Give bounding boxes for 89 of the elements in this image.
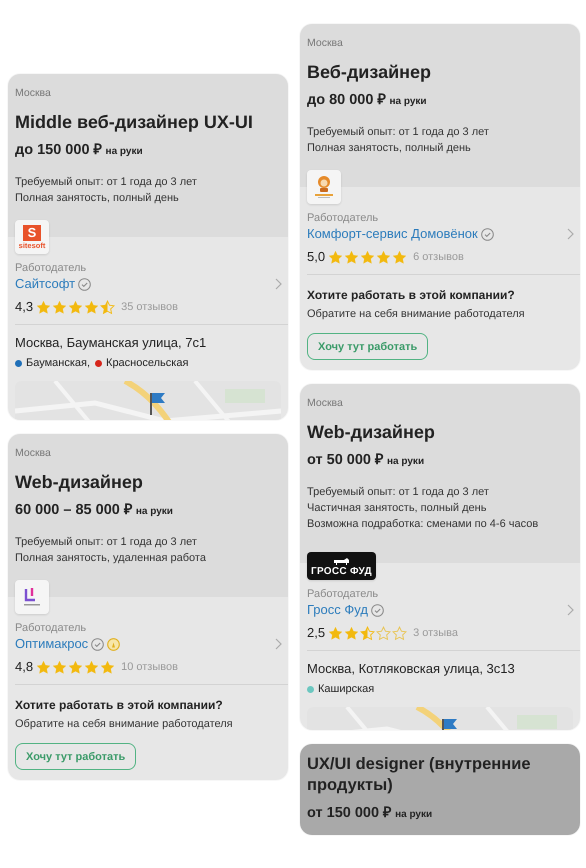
cta-heading: Хотите работать в этой компании? <box>307 287 516 304</box>
star-icon <box>36 300 52 314</box>
star-icon <box>344 626 360 640</box>
rating-value: 2,5 <box>307 624 326 642</box>
vacancy-detail: Требуемый опыт: от 1 года до 3 лет <box>307 125 490 140</box>
vacancy-card[interactable]: UX/UI designer (внутренние продукты) от 150 000 ₽ на руки <box>300 744 580 835</box>
vacancy-title[interactable]: Web-дизайнер <box>15 470 281 494</box>
salary-amount: от 150 000 ₽ <box>307 804 392 823</box>
verified-icon <box>91 638 104 650</box>
vacancy-title[interactable]: UX/UI designer (внутренние продукты) <box>307 754 573 796</box>
star-icon <box>36 660 52 674</box>
vacancy-title[interactable]: Middle веб-дизайнер UX-UI <box>15 110 281 134</box>
vacancy-card[interactable] <box>8 434 288 780</box>
vacancy-detail: Требуемый опыт: от 1 года до 3 лет <box>15 175 198 190</box>
salary-amount: 60 000 – 85 000 ₽ <box>15 501 132 520</box>
star-icon <box>360 626 376 640</box>
vacancy-card[interactable] <box>300 24 580 370</box>
star-icon <box>328 626 344 640</box>
want-to-work-button[interactable]: Хочу тут работать <box>307 333 428 360</box>
metro-station: Каширская <box>318 682 374 697</box>
reviews-link[interactable]: 35 отзывов <box>121 297 178 317</box>
star-icon <box>52 300 68 314</box>
salary-note: на руки <box>395 808 432 822</box>
vacancy-detail: Требуемый опыт: от 1 года до 3 лет <box>15 535 198 550</box>
cta-heading: Хотите работать в этой компании? <box>15 697 224 714</box>
vacancy-card[interactable] <box>300 384 580 730</box>
logo-letter: S <box>23 225 41 241</box>
vacancy-detail: Полная занятость, удаленная работа <box>15 551 207 566</box>
star-icon <box>376 626 392 640</box>
verified-icon <box>78 278 92 290</box>
star-icon <box>392 626 408 640</box>
award-icon <box>107 638 120 650</box>
star-icon <box>360 250 376 264</box>
vacancy-detail: Требуемый опыт: от 1 года до 3 лет <box>307 485 490 500</box>
vacancy-detail: Полная занятость, полный день <box>15 191 180 206</box>
verified-icon <box>480 228 494 240</box>
city-label: Москва <box>15 86 52 100</box>
vacancy-detail: Частичная занятость, полный день <box>307 501 488 516</box>
rating-value: 4,8 <box>15 658 34 676</box>
address-text: Москва, Котляковская улица, 3с13 <box>307 660 516 678</box>
vacancy-detail: Полная занятость, полный день <box>307 141 472 156</box>
verified-icon <box>370 604 384 616</box>
city-label: Москва <box>307 36 344 50</box>
vacancy-card[interactable] <box>8 74 288 420</box>
star-icon <box>84 660 100 674</box>
star-icon <box>100 300 116 314</box>
metro-station: Красносельская <box>106 356 188 371</box>
employer-label: Работодатель <box>307 587 380 601</box>
employer-link[interactable]: Сайтсофт <box>15 275 76 293</box>
employer-label: Работодатель <box>307 211 380 225</box>
star-icon <box>344 250 360 264</box>
star-icon <box>84 300 100 314</box>
employer-label: Работодатель <box>15 621 88 635</box>
metro-station: Бауманская, <box>26 356 90 371</box>
star-icon <box>328 250 344 264</box>
logo-wordmark: ГРОСС ФУД <box>311 566 372 576</box>
rating-value: 4,3 <box>15 298 34 316</box>
address-text: Москва, Бауманская улица, 7с1 <box>15 334 208 352</box>
city-label: Москва <box>15 446 52 460</box>
employer-label: Работодатель <box>15 261 88 275</box>
city-label: Москва <box>307 396 344 410</box>
star-icon <box>100 660 116 674</box>
vacancy-detail: Возможна подработка: сменами по 4-6 часов <box>307 517 540 532</box>
bracket-icon <box>21 587 43 607</box>
reviews-link[interactable]: 10 отзывов <box>121 657 178 677</box>
cta-hint: Обратите на себя внимание работодателя <box>307 307 526 322</box>
mascot-icon <box>313 175 335 199</box>
salary-amount: от 50 000 ₽ <box>307 451 384 470</box>
want-to-work-button[interactable]: Хочу тут работать <box>15 743 136 770</box>
star-icon <box>68 660 84 674</box>
salary-note: на руки <box>106 145 143 159</box>
salary-note: на руки <box>389 95 427 109</box>
star-icon <box>52 660 68 674</box>
reviews-link[interactable]: 6 отзывов <box>413 247 464 267</box>
salary-amount: до 80 000 ₽ <box>307 91 386 110</box>
salary-note: на руки <box>387 455 424 469</box>
cta-hint: Обратите на себя внимание работодателя <box>15 717 234 732</box>
salary-note: на руки <box>136 505 173 519</box>
star-icon <box>376 250 392 264</box>
employer-link[interactable]: Оптимакрос <box>15 635 88 653</box>
employer-link[interactable]: Гросс Фуд <box>307 601 368 619</box>
vacancy-title[interactable]: Web-дизайнер <box>307 420 573 444</box>
salary-amount: до 150 000 ₽ <box>15 141 102 160</box>
star-icon <box>68 300 84 314</box>
vacancy-title[interactable]: Веб-дизайнер <box>307 60 573 84</box>
employer-link[interactable]: Комфорт-сервис Домовёнок <box>307 225 478 243</box>
star-icon <box>392 250 408 264</box>
rating-value: 5,0 <box>307 248 326 266</box>
reviews-link[interactable]: 3 отзыва <box>413 623 458 643</box>
